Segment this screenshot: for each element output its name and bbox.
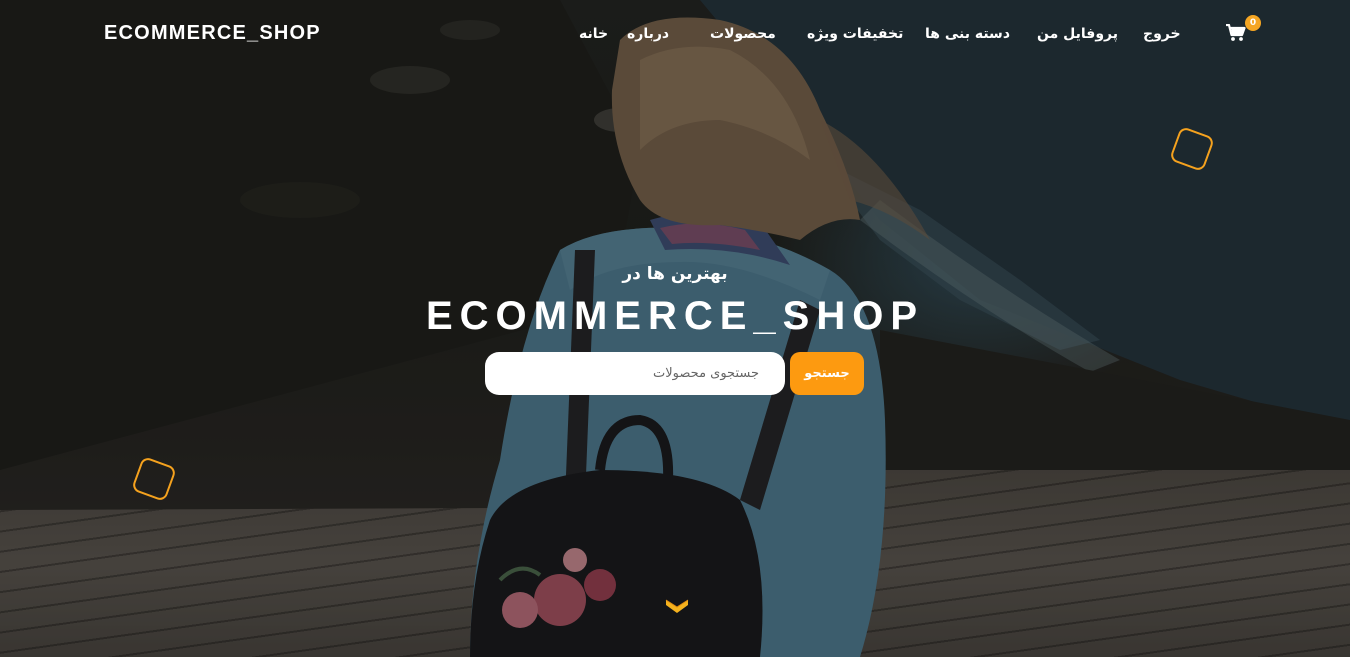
nav-menu: خروج پروفایل من دسته بنی ها تخفیفات ویژه… (0, 26, 1350, 46)
nav-item-logout[interactable]: خروج (1143, 26, 1181, 42)
scroll-down-button[interactable] (665, 596, 689, 616)
chevron-down-icon (665, 599, 689, 613)
nav-item-profile[interactable]: پروفایل من (1037, 26, 1118, 42)
search-input[interactable] (485, 352, 785, 395)
nav-item-home[interactable]: خانه (579, 26, 608, 42)
hero-headline: ECOMMERCE_SHOP (425, 294, 925, 338)
hero-eyebrow: بهترین ها در (622, 264, 728, 284)
nav-item-about[interactable]: درباره (627, 26, 669, 42)
nav-item-categories[interactable]: دسته بنی ها (925, 26, 1010, 42)
nav-item-products[interactable]: محصولات (710, 26, 776, 42)
nav-item-offers[interactable]: تخفیفات ویژه (807, 26, 903, 42)
search-button[interactable]: جستجو (790, 352, 864, 395)
top-navbar: ECOMMERCE_SHOP 0 خروج پروفایل من دسته بن… (0, 0, 1350, 70)
